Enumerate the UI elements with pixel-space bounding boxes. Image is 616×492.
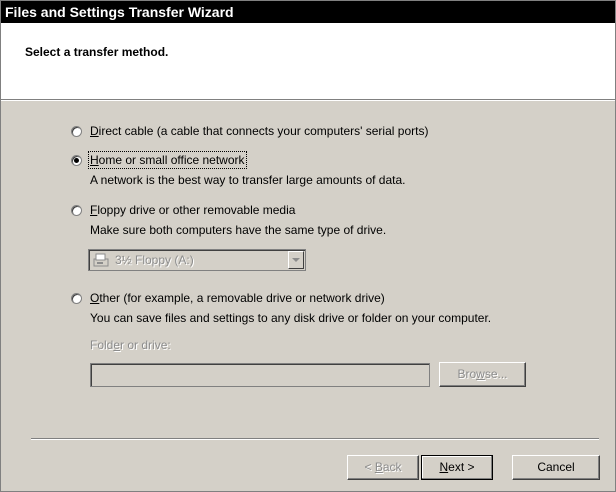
radio-floppy[interactable] [71,204,82,216]
wizard-header: Select a transfer method. [1,23,615,99]
floppy-drive-icon [93,253,109,267]
radio-other[interactable] [71,292,82,304]
browse-button[interactable]: Browse... [439,362,526,387]
header-divider-highlight [1,100,615,101]
option-other[interactable]: Other (for example, a removable drive or… [71,291,385,305]
floppy-drive-select[interactable]: 3½ Floppy (A:) [88,249,306,271]
option-floppy-label[interactable]: Floppy drive or other removable media [90,203,295,217]
option-other-description: You can save files and settings to any d… [90,311,492,325]
chevron-down-icon [292,258,300,262]
option-home-network-label[interactable]: Home or small office network [88,151,247,169]
option-other-label[interactable]: Other (for example, a removable drive or… [90,291,385,305]
back-button[interactable]: < Back [347,455,419,480]
cancel-button[interactable]: Cancel [512,455,600,480]
option-direct-cable-label[interactable]: Direct cable (a cable that connects your… [90,124,428,138]
wizard-window: Files and Settings Transfer Wizard Selec… [0,0,616,492]
window-title: Files and Settings Transfer Wizard [5,4,234,20]
floppy-drive-value: 3½ Floppy (A:) [115,253,194,267]
next-button[interactable]: Next > [421,455,493,480]
radio-direct-cable[interactable] [71,125,82,137]
page-title: Select a transfer method. [25,45,169,59]
footer-divider-highlight [31,439,599,440]
folder-or-drive-label: Folder or drive: [90,338,171,352]
radio-home-network[interactable] [71,154,82,166]
title-bar: Files and Settings Transfer Wizard [1,1,615,23]
option-home-network[interactable]: Home or small office network [71,151,247,169]
option-floppy-description: Make sure both computers have the same t… [90,223,387,237]
dropdown-button[interactable] [288,251,304,269]
option-home-network-description: A network is the best way to transfer la… [90,173,406,187]
folder-or-drive-input[interactable] [90,363,430,387]
option-direct-cable[interactable]: Direct cable (a cable that connects your… [71,124,428,138]
option-floppy[interactable]: Floppy drive or other removable media [71,203,295,217]
